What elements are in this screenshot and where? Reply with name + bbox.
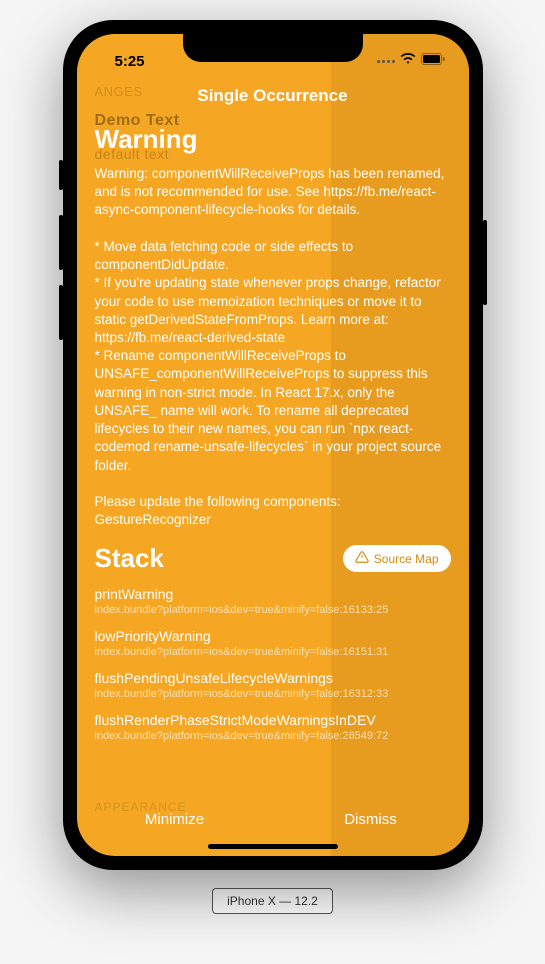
side-button	[59, 215, 63, 270]
cellular-dots-icon	[377, 60, 395, 63]
status-icons	[377, 52, 445, 70]
bg-demo-text: Demo Text	[95, 112, 180, 130]
bg-nav-text: ANGES	[95, 84, 143, 99]
stack-function-name: printWarning	[95, 586, 451, 602]
stack-function-name: flushRenderPhaseStrictModeWarningsInDEV	[95, 712, 451, 728]
stack-file-path: index.bundle?platform=ios&dev=true&minif…	[95, 604, 451, 616]
warning-body: Warning: componentWillReceiveProps has b…	[95, 165, 451, 529]
overlay-title: Single Occurrence	[95, 86, 451, 106]
stack-file-path: index.bundle?platform=ios&dev=true&minif…	[95, 730, 451, 742]
status-time: 5:25	[115, 53, 145, 70]
stack-header: Stack Source Map	[95, 543, 451, 574]
stack-function-name: lowPriorityWarning	[95, 628, 451, 644]
home-indicator[interactable]	[208, 844, 338, 849]
stack-file-path: index.bundle?platform=ios&dev=true&minif…	[95, 646, 451, 658]
stack-item[interactable]: printWarning index.bundle?platform=ios&d…	[95, 586, 451, 616]
notch	[183, 34, 363, 62]
device-label: iPhone X — 12.2	[212, 888, 333, 914]
bg-default-text: default text	[95, 146, 170, 162]
source-map-button[interactable]: Source Map	[343, 545, 451, 572]
screen: 5:25 ANGES Demo Text default text Single…	[77, 34, 469, 856]
content-area: ANGES Demo Text default text Single Occu…	[77, 78, 469, 800]
stack-file-path: index.bundle?platform=ios&dev=true&minif…	[95, 688, 451, 700]
phone-frame: 5:25 ANGES Demo Text default text Single…	[63, 20, 483, 870]
side-button	[59, 160, 63, 190]
wifi-icon	[400, 52, 416, 70]
stack-heading: Stack	[95, 543, 164, 574]
side-button	[59, 285, 63, 340]
warning-triangle-icon	[355, 550, 369, 567]
stack-item[interactable]: flushPendingUnsafeLifecycleWarnings inde…	[95, 670, 451, 700]
stack-item[interactable]: lowPriorityWarning index.bundle?platform…	[95, 628, 451, 658]
source-map-label: Source Map	[374, 552, 439, 566]
stack-function-name: flushPendingUnsafeLifecycleWarnings	[95, 670, 451, 686]
battery-icon	[421, 52, 445, 70]
stack-item[interactable]: flushRenderPhaseStrictModeWarningsInDEV …	[95, 712, 451, 742]
side-button	[483, 220, 487, 305]
